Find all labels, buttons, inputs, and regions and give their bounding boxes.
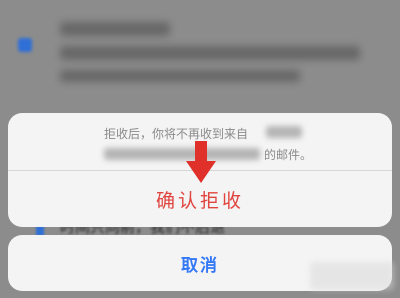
blurred-sender-name: [104, 148, 260, 160]
reject-message-line1: 拒收后，你将不再收到来自: [104, 127, 249, 141]
app-icon: [18, 38, 32, 52]
down-arrow-icon: [186, 141, 216, 183]
blurred-sender: [60, 22, 170, 36]
watermark: [310, 262, 394, 290]
blurred-preview: [60, 70, 300, 82]
reject-message-line2: 的邮件。: [264, 148, 313, 162]
blurred-sender-address: [266, 126, 302, 138]
blurred-subject: [60, 46, 360, 60]
